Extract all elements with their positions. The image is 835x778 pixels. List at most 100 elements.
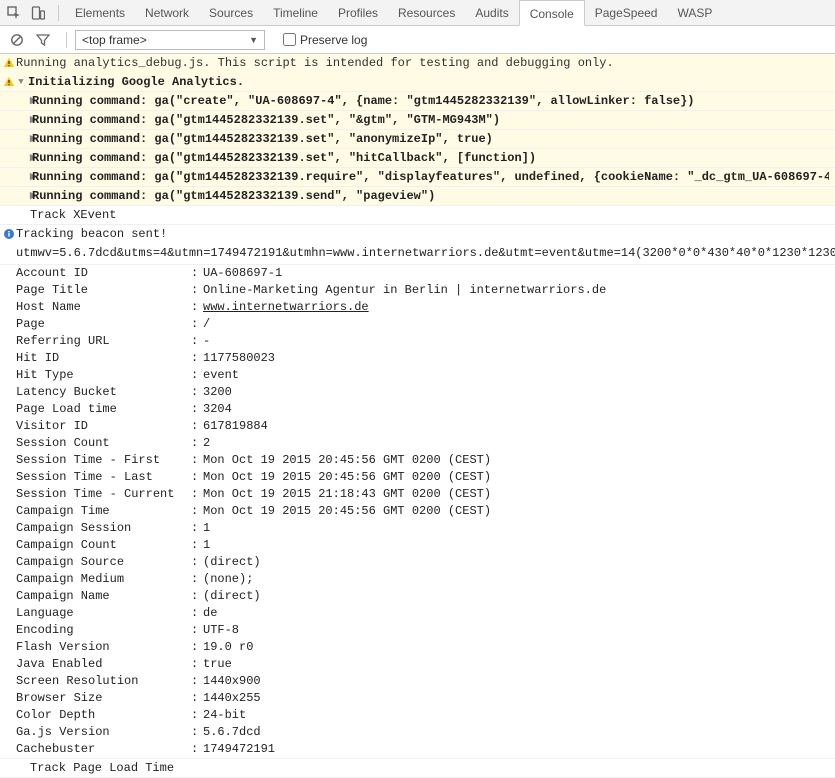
device-mode-icon[interactable] [28, 3, 48, 23]
beacon-kv-label: Hit ID [16, 350, 191, 367]
expand-toggle-icon[interactable]: ▶ [16, 170, 30, 184]
beacon-kv-value[interactable]: www.internetwarriors.de [203, 299, 835, 316]
console-group-child[interactable]: ▶Running command: ga("gtm1445282332139.s… [0, 149, 835, 168]
beacon-kv-value: (none); [203, 571, 835, 588]
console-group-child[interactable]: ▶Running command: ga("create", "UA-60869… [0, 92, 835, 111]
tab-wasp[interactable]: WASP [667, 0, 722, 26]
console-message: Running command: ga("gtm1445282332139.re… [32, 170, 829, 184]
beacon-kv-value: Mon Oct 19 2015 20:45:56 GMT 0200 (CEST) [203, 452, 835, 469]
console-message: Running command: ga("gtm1445282332139.se… [32, 132, 829, 146]
beacon-kv-label: Encoding [16, 622, 191, 639]
console-group-child[interactable]: ▶Running command: ga("gtm1445282332139.s… [0, 187, 835, 206]
console-toolbar: <top frame> ▼ Preserve log [0, 26, 835, 54]
frame-selector[interactable]: <top frame> ▼ [75, 30, 265, 50]
filter-icon[interactable] [32, 29, 54, 51]
console-info-row: Tracking beacon sent! [0, 225, 835, 243]
separator [66, 32, 67, 48]
beacon-kv-value: 19.0 r0 [203, 639, 835, 656]
beacon-kv-label: Campaign Time [16, 503, 191, 520]
beacon-kv-label: Page Load time [16, 401, 191, 418]
tab-network[interactable]: Network [135, 0, 199, 26]
beacon-kv-label: Host Name [16, 299, 191, 316]
beacon-kv-label: Campaign Count [16, 537, 191, 554]
expand-toggle-icon[interactable]: ▶ [16, 132, 30, 146]
preserve-log-toggle[interactable]: Preserve log [279, 30, 367, 49]
beacon-kv-value: event [203, 367, 835, 384]
beacon-kv-value: 1 [203, 520, 835, 537]
beacon-kv-value: (direct) [203, 588, 835, 605]
tab-audits[interactable]: Audits [465, 0, 518, 26]
warning-icon [2, 56, 16, 68]
beacon-kv-label: Campaign Medium [16, 571, 191, 588]
tab-resources[interactable]: Resources [388, 0, 465, 26]
console-log-row: Track XEvent [0, 206, 835, 225]
console-group-child[interactable]: ▶Running command: ga("gtm1445282332139.s… [0, 111, 835, 130]
preserve-log-label: Preserve log [300, 33, 367, 47]
console-message: Track XEvent [16, 208, 829, 222]
beacon-kv-row: Latency Bucket: 3200 [16, 384, 835, 401]
beacon-kv-value: Mon Oct 19 2015 21:18:43 GMT 0200 (CEST) [203, 486, 835, 503]
console-message: Running command: ga("gtm1445282332139.se… [32, 113, 829, 127]
beacon-kv-label: Account ID [16, 265, 191, 282]
console-message: Tracking beacon sent! [16, 227, 829, 241]
beacon-kv-value: / [203, 316, 835, 333]
console-message: Running command: ga("gtm1445282332139.se… [32, 151, 829, 165]
tab-profiles[interactable]: Profiles [328, 0, 388, 26]
beacon-kv-row: Campaign Session: 1 [16, 520, 835, 537]
frame-selector-label: <top frame> [82, 33, 147, 47]
expand-toggle-icon[interactable]: ▶ [16, 113, 30, 127]
console-group-child[interactable]: ▶Running command: ga("gtm1445282332139.s… [0, 130, 835, 149]
beacon-kv-label: Campaign Name [16, 588, 191, 605]
beacon-kv-row: Campaign Time: Mon Oct 19 2015 20:45:56 … [16, 503, 835, 520]
expand-toggle-icon[interactable]: ▶ [16, 151, 30, 165]
tab-timeline[interactable]: Timeline [263, 0, 328, 26]
beacon-kv-value: UTF-8 [203, 622, 835, 639]
expand-toggle-icon[interactable]: ▶ [16, 189, 30, 203]
beacon-kv-label: Page [16, 316, 191, 333]
beacon-kv-label: Ga.js Version [16, 724, 191, 741]
tab-console[interactable]: Console [519, 0, 585, 26]
beacon-kv-row: Account ID: UA-608697-1 [16, 265, 835, 282]
beacon-hostname-link[interactable]: www.internetwarriors.de [203, 300, 369, 314]
console-message: Initializing Google Analytics. [28, 75, 829, 89]
console-group-header[interactable]: ▼ Initializing Google Analytics. [0, 73, 835, 92]
devtools-tab-bar: ElementsNetworkSourcesTimelineProfilesRe… [0, 0, 835, 26]
tab-sources[interactable]: Sources [199, 0, 263, 26]
console-group-child[interactable]: ▶Running command: ga("gtm1445282332139.r… [0, 168, 835, 187]
preserve-log-checkbox[interactable] [283, 33, 296, 46]
beacon-kv-label: Screen Resolution [16, 673, 191, 690]
tab-pagespeed[interactable]: PageSpeed [585, 0, 668, 26]
beacon-kv-row: Language: de [16, 605, 835, 622]
beacon-kv-label: Session Time - First [16, 452, 191, 469]
beacon-kv-row: Page Load time: 3204 [16, 401, 835, 418]
beacon-kv-label: Session Count [16, 435, 191, 452]
console-message: Running command: ga("create", "UA-608697… [32, 94, 829, 108]
beacon-kv-row: Ga.js Version: 5.6.7dcd [16, 724, 835, 741]
beacon-kv-value: (direct) [203, 554, 835, 571]
beacon-kv-row: Campaign Count: 1 [16, 537, 835, 554]
beacon-kv-row: Session Time - Current: Mon Oct 19 2015 … [16, 486, 835, 503]
beacon-kv-value: 1177580023 [203, 350, 835, 367]
beacon-kv-row: Page Title: Online-Marketing Agentur in … [16, 282, 835, 299]
beacon-kv-row: Color Depth: 24-bit [16, 707, 835, 724]
clear-console-icon[interactable] [6, 29, 28, 51]
beacon-kv-label: Visitor ID [16, 418, 191, 435]
expand-toggle-icon[interactable]: ▶ [16, 94, 30, 108]
info-icon [2, 227, 16, 239]
tab-elements[interactable]: Elements [65, 0, 135, 26]
beacon-kv-value: - [203, 333, 835, 350]
beacon-kv-value: 5.6.7dcd [203, 724, 835, 741]
expand-toggle-icon[interactable]: ▼ [16, 75, 26, 89]
beacon-kv-value: de [203, 605, 835, 622]
beacon-kv-label: Browser Size [16, 690, 191, 707]
beacon-kv-value: 3200 [203, 384, 835, 401]
beacon-kv-row: Cachebuster: 1749472191 [16, 741, 835, 758]
beacon-kv-row: Page: / [16, 316, 835, 333]
beacon-kv-value: Online-Marketing Agentur in Berlin | int… [203, 282, 835, 299]
console-beacon-url: utmwv=5.6.7dcd&utms=4&utmn=1749472191&ut… [0, 243, 835, 265]
beacon-kv-label: Latency Bucket [16, 384, 191, 401]
beacon-kv-label: Referring URL [16, 333, 191, 350]
inspect-element-icon[interactable] [4, 3, 24, 23]
console-log-row: Track Page Load Time [0, 758, 835, 778]
beacon-kv-row: Campaign Source: (direct) [16, 554, 835, 571]
